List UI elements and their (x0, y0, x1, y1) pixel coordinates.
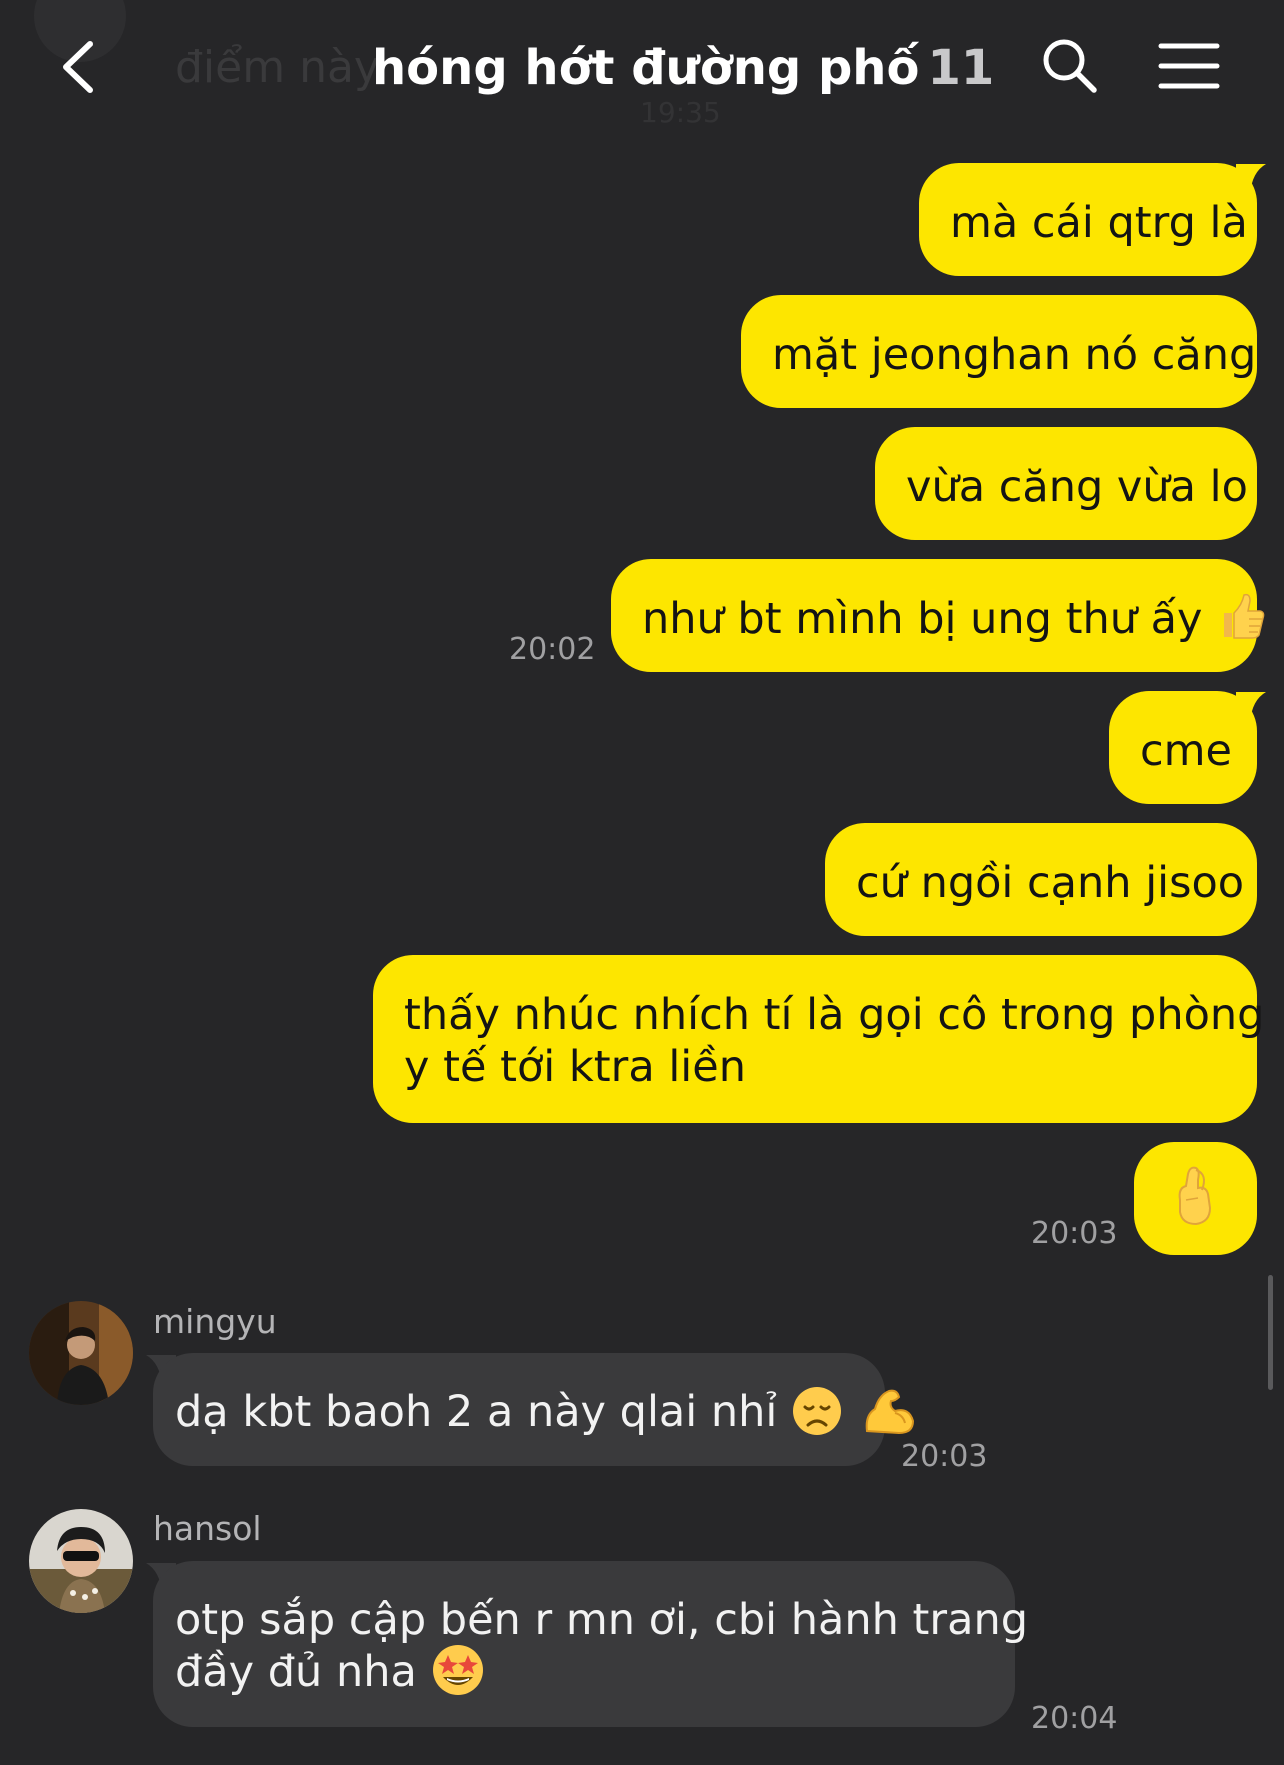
crossed-fingers-emoji (1178, 1166, 1212, 1226)
avatar[interactable] (29, 1509, 133, 1613)
message-bubble-outgoing[interactable]: cme (1109, 691, 1257, 804)
message-text: mặt jeonghan nó căng (772, 330, 1257, 380)
flexed-biceps-emoji (865, 1389, 914, 1434)
message-timestamp: 20:04 (1031, 1701, 1118, 1736)
message-bubble-outgoing[interactable]: cứ ngồi cạnh jisoo (825, 823, 1257, 936)
menu-button[interactable] (1158, 42, 1220, 90)
message-text-line: otp sắp cập bến r mn ơi, cbi hành trang (175, 1595, 1028, 1645)
message-text: cme (1140, 726, 1232, 776)
message-text-line: y tế tới ktra liền (404, 1042, 746, 1092)
chat-title: hóng hớt đường phố 11 (372, 36, 994, 100)
message-bubble-incoming[interactable]: dạ kbt baoh 2 a này qlai nhỉ (153, 1353, 914, 1466)
message-bubble-outgoing[interactable]: như bt mình bị ung thư ấy (611, 559, 1265, 672)
scrolled-message-time: 19:35 (640, 96, 721, 129)
message-text: cứ ngồi cạnh jisoo (856, 858, 1245, 908)
scrolled-message-preview: điểm này (175, 42, 380, 93)
search-button[interactable] (1040, 36, 1100, 96)
member-count: 11 (927, 40, 995, 96)
message-text: mà cái qtrg là (950, 198, 1248, 248)
thumbs-up-emoji (1224, 593, 1265, 639)
sender-name: hansol (153, 1509, 262, 1548)
message-bubble-outgoing[interactable]: mặt jeonghan nó căng (741, 295, 1257, 408)
message-bubble-outgoing[interactable]: thấy nhúc nhích tí là gọi cô trong phòng… (373, 955, 1265, 1123)
user-avatar-image (29, 1301, 133, 1405)
message-text: vừa căng vừa lo (906, 462, 1248, 512)
chat-header: điểm này 19:35 hóng hớt đường phố 11 (0, 0, 1284, 130)
message-bubble-outgoing[interactable]: vừa căng vừa lo (875, 427, 1257, 540)
message-text: như bt mình bị ung thư ấy (642, 594, 1203, 644)
chat-name: hóng hớt đường phố (372, 40, 920, 96)
user-avatar-image (29, 1509, 133, 1613)
message-bubble-incoming[interactable]: otp sắp cập bến r mn ơi, cbi hành trang … (153, 1561, 1028, 1727)
chevron-left-icon (63, 41, 93, 93)
disappointed-face-emoji (793, 1386, 842, 1435)
message-text: dạ kbt baoh 2 a này qlai nhỉ (175, 1387, 778, 1437)
message-text-line: thấy nhúc nhích tí là gọi cô trong phòng (404, 990, 1265, 1040)
star-struck-emoji (432, 1644, 483, 1695)
message-timestamp: 20:02 (509, 632, 596, 667)
scrollbar[interactable] (1268, 1275, 1273, 1390)
message-timestamp: 20:03 (1031, 1216, 1118, 1251)
message-text: đầy đủ nha (175, 1647, 417, 1697)
message-bubble-outgoing[interactable]: mà cái qtrg là (919, 163, 1257, 276)
back-button[interactable] (56, 38, 104, 96)
search-icon (1043, 39, 1097, 93)
hamburger-menu-icon (1158, 43, 1220, 89)
avatar[interactable] (29, 1301, 133, 1405)
sender-name: mingyu (153, 1302, 277, 1341)
message-bubble-outgoing[interactable] (1134, 1142, 1257, 1255)
message-text-line: đầy đủ nha (175, 1644, 993, 1698)
message-timestamp: 20:03 (901, 1439, 988, 1474)
